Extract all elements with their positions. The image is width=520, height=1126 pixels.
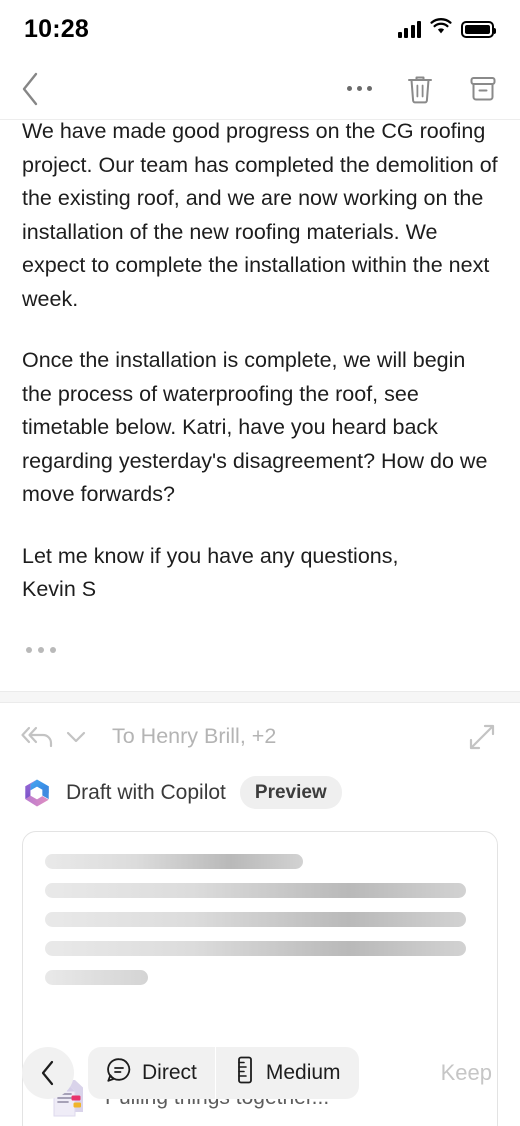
length-selector[interactable]: Medium	[214, 1047, 359, 1099]
status-bar: 10:28	[0, 0, 520, 58]
copilot-draft-row: Draft with Copilot Preview	[0, 771, 520, 815]
wifi-icon	[430, 18, 452, 40]
email-paragraph: We have made good progress on the CG roo…	[22, 119, 498, 311]
placeholder-line	[45, 882, 467, 898]
back-button[interactable]	[20, 72, 40, 106]
battery-full-icon	[461, 20, 496, 38]
more-horizontal-icon[interactable]	[347, 86, 372, 91]
copilot-logo-icon	[22, 778, 52, 808]
length-label: Medium	[265, 1061, 341, 1084]
section-divider	[0, 690, 520, 703]
show-quoted-text-button[interactable]	[22, 646, 498, 653]
placeholder-line	[45, 969, 149, 985]
placeholder-line	[45, 911, 467, 927]
top-navigation-bar	[0, 58, 520, 120]
tone-label: Direct	[142, 1061, 197, 1084]
placeholder-line	[45, 853, 303, 869]
status-indicators	[397, 18, 496, 40]
email-body: We have made good progress on the CG roo…	[0, 115, 520, 653]
trash-icon[interactable]	[406, 73, 434, 105]
draft-back-button[interactable]	[22, 1047, 74, 1099]
expand-diagonal-icon[interactable]	[466, 721, 498, 753]
reply-recipients[interactable]: To Henry Brill, +2	[112, 724, 276, 749]
keep-button[interactable]: Keep	[441, 1060, 498, 1086]
email-paragraph: Once the installation is complete, we wi…	[22, 348, 488, 506]
nav-action-group	[347, 73, 498, 105]
speech-bubble-lines-icon	[106, 1057, 132, 1089]
email-signature: Let me know if you have any questions, K…	[22, 543, 399, 602]
status-time: 10:28	[24, 14, 89, 43]
draft-controls-toolbar: Direct Medium Keep	[0, 1020, 520, 1126]
loading-placeholder	[23, 832, 497, 985]
chevron-down-icon[interactable]	[66, 730, 86, 744]
tone-selector[interactable]: Direct	[88, 1047, 215, 1099]
draft-options-group: Direct Medium	[88, 1047, 359, 1099]
preview-badge: Preview	[239, 776, 342, 809]
placeholder-line	[45, 940, 467, 956]
archive-icon[interactable]	[468, 74, 498, 104]
ruler-icon	[234, 1056, 256, 1090]
copilot-label: Draft with Copilot	[66, 780, 226, 804]
reply-all-icon[interactable]	[20, 724, 54, 750]
reply-header: To Henry Brill, +2	[0, 703, 520, 771]
signal-bars-icon	[397, 20, 421, 38]
